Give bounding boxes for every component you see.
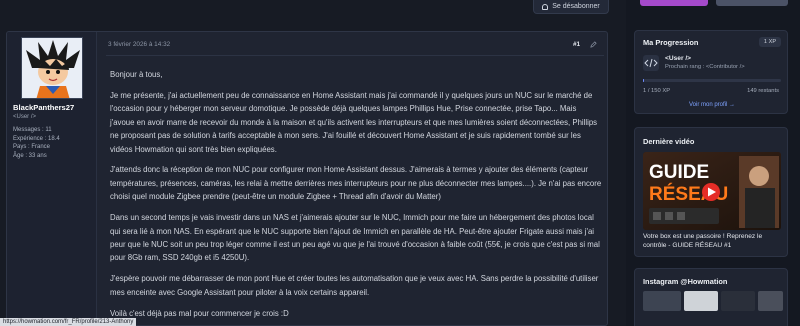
progression-card: Ma Progression 1 XP <User /> Prochain ra… xyxy=(634,30,788,114)
sidebar-top-button-primary[interactable] xyxy=(640,0,708,6)
video-thumbnail[interactable]: GUIDE RÉSEAU xyxy=(643,152,781,230)
xp-badge: 1 XP xyxy=(759,37,781,47)
instagram-title: Instagram @Howmation xyxy=(643,277,728,286)
progression-user: <User /> xyxy=(665,55,692,62)
post-paragraph: J'attends donc la réception de mon NUC p… xyxy=(110,165,602,202)
author-name[interactable]: BlackPanthers27 xyxy=(13,103,74,112)
forum-post: BlackPanthers27 <User /> Messages : 11 E… xyxy=(6,31,608,326)
post-paragraph: Dans un second temps je vais investir da… xyxy=(110,213,600,263)
view-profile-link[interactable]: Voir mon profil → xyxy=(635,102,789,108)
status-bar-url: https://howmation.com/fr_FR/profile/213-… xyxy=(0,318,137,326)
post-date: 3 février 2026 à 14:32 xyxy=(108,41,171,48)
post-body: Bonjour à tous, Je me présente, j'ai act… xyxy=(110,68,602,325)
unsubscribe-button[interactable]: Se désabonner xyxy=(533,0,609,14)
sidebar-top-button-secondary[interactable] xyxy=(716,0,788,6)
video-card: Dernière vidéo GUIDE RÉSEAU Votre box es… xyxy=(634,127,788,257)
xp-progress-fill xyxy=(643,79,645,82)
xp-current: 1 / 150 XP xyxy=(643,88,671,94)
post-number[interactable]: #1 xyxy=(573,41,580,48)
edit-icon[interactable] xyxy=(590,41,597,48)
avatar-image xyxy=(22,38,82,98)
author-panel: BlackPanthers27 <User /> Messages : 11 E… xyxy=(7,32,97,325)
xp-progress-bar xyxy=(643,79,781,82)
post-paragraph: J'espère pouvoir me débarrasser de mon p… xyxy=(110,274,599,297)
thumb-text-guide: GUIDE xyxy=(649,162,709,183)
post-paragraph: Je me présente, j'ai actuellement peu de… xyxy=(110,90,598,154)
post-paragraph: Bonjour à tous, xyxy=(110,70,163,79)
divider xyxy=(106,55,604,56)
xp-remaining: 149 restants xyxy=(747,88,779,94)
video-caption[interactable]: Votre box est une passoire ! Reprenez le… xyxy=(643,233,783,250)
unsubscribe-label: Se désabonner xyxy=(552,3,600,10)
author-stat: Messages : 11 xyxy=(13,127,52,133)
author-stat: Expérience : 18.4 xyxy=(13,135,60,142)
next-rank: Prochain rang : <Contributor /> xyxy=(665,64,745,70)
bell-icon xyxy=(542,3,549,10)
post-paragraph: Voilà c'est déjà pas mal pour commencer … xyxy=(110,308,289,318)
author-stat: Âge : 33 ans xyxy=(13,152,47,159)
author-stats: Messages : 11 Expérience : 18.4 Pays : F… xyxy=(13,126,60,160)
video-title: Dernière vidéo xyxy=(643,137,695,146)
progression-title: Ma Progression xyxy=(643,38,699,47)
rank-icon xyxy=(643,55,659,71)
author-stat: Pays : France xyxy=(13,144,51,151)
avatar[interactable] xyxy=(21,37,83,99)
author-rank: <User /> xyxy=(13,114,37,120)
instagram-card: Instagram @Howmation xyxy=(634,268,788,326)
sidebar-top-buttons xyxy=(640,0,788,6)
instagram-thumbnails[interactable] xyxy=(643,291,783,311)
